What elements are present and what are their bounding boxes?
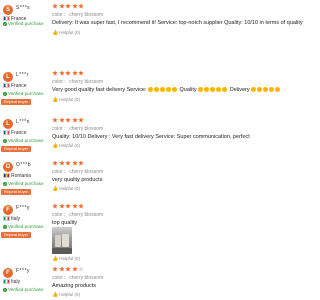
reviewer-country: France bbox=[3, 83, 27, 89]
star-filled-icon bbox=[65, 160, 71, 166]
france-flag-icon bbox=[3, 130, 10, 136]
star-filled-icon bbox=[71, 203, 78, 209]
product-variant: color: cherry blossom bbox=[52, 79, 104, 85]
reviewer-name: O***b bbox=[16, 162, 32, 168]
star-filled-icon bbox=[71, 160, 78, 166]
verified-purchase-badge: ✓ Verified purchase bbox=[3, 138, 44, 143]
check-icon: ✓ bbox=[3, 138, 7, 143]
product-variant: color: cherry blossom bbox=[52, 12, 104, 18]
helpful-button[interactable]: 👍Helpful (0) bbox=[52, 256, 80, 262]
italy-flag-icon bbox=[3, 279, 10, 285]
star-filled-icon bbox=[78, 70, 84, 76]
reviewer-name: L***n bbox=[16, 119, 30, 125]
reviewer-name: L***r bbox=[16, 72, 29, 78]
repeat-buyer-badge: Repeat buyer bbox=[1, 232, 32, 238]
verified-purchase-badge: ✓ Verified purchase bbox=[3, 224, 44, 229]
reviewer-country: Romania bbox=[3, 173, 31, 179]
review-text: Quality: 10/10 Delivery : Very fast deli… bbox=[52, 134, 250, 140]
thumbs-up-icon: 👍 bbox=[52, 97, 59, 103]
helpful-button[interactable]: 👍Helpful (0) bbox=[52, 143, 80, 149]
helpful-button[interactable]: 👍Helpful (0) bbox=[52, 97, 80, 103]
avatar: L bbox=[3, 72, 13, 82]
check-icon: ✓ bbox=[3, 21, 7, 26]
italy-flag-icon bbox=[3, 216, 10, 222]
star-filled-icon bbox=[65, 3, 71, 9]
france-flag-icon bbox=[3, 83, 10, 89]
star-filled-icon bbox=[58, 70, 65, 76]
star-filled-icon bbox=[71, 117, 78, 123]
verified-purchase-badge: ✓ Verified purchase bbox=[3, 21, 44, 26]
avatar: F bbox=[3, 205, 13, 215]
product-variant: color: cherry blossom bbox=[52, 169, 104, 175]
helpful-button[interactable]: 👍Helpful (0) bbox=[52, 292, 80, 298]
repeat-buyer-badge: Repeat buyer bbox=[1, 189, 32, 195]
emoji-stars-icon bbox=[198, 87, 228, 94]
star-filled-icon bbox=[58, 160, 65, 166]
reviewer-country: Italy bbox=[3, 279, 20, 285]
star-filled-icon bbox=[52, 266, 58, 272]
star-filled-icon bbox=[65, 117, 71, 123]
avatar: S bbox=[3, 5, 13, 15]
repeat-buyer-badge: Repeat buyer bbox=[1, 99, 32, 105]
star-filled-icon bbox=[65, 266, 71, 272]
reviewer-country: Italy bbox=[3, 216, 20, 222]
reviewer-name: S***s bbox=[16, 5, 31, 11]
star-filled-icon bbox=[58, 203, 65, 209]
star-filled-icon bbox=[52, 117, 58, 123]
product-variant: color: cherry blossom bbox=[52, 275, 104, 281]
emoji-stars-icon bbox=[251, 87, 281, 94]
verified-purchase-badge: ✓ Verified purchase bbox=[3, 287, 44, 292]
thumbs-up-icon: 👍 bbox=[52, 30, 59, 36]
thumbs-up-icon: 👍 bbox=[52, 256, 59, 262]
star-filled-icon bbox=[65, 203, 71, 209]
reviewer-name: F***y bbox=[16, 268, 30, 274]
avatar: F bbox=[3, 268, 13, 278]
star-filled-icon bbox=[71, 266, 78, 272]
product-variant: color: cherry blossom bbox=[52, 126, 104, 132]
review-text: top quality bbox=[52, 220, 78, 226]
verified-purchase-badge: ✓ Verified purchase bbox=[3, 181, 44, 186]
check-icon: ✓ bbox=[3, 287, 7, 292]
star-filled-icon bbox=[78, 3, 84, 9]
reviewer-name: F***y bbox=[16, 205, 30, 211]
star-filled-icon bbox=[52, 160, 58, 166]
reviewer-country: France bbox=[3, 130, 27, 136]
review-text: Amazing products bbox=[52, 283, 97, 289]
star-filled-icon bbox=[58, 117, 65, 123]
helpful-button[interactable]: 👍Helpful (0) bbox=[52, 30, 80, 36]
review-text: Very good quality fast delivery Service:… bbox=[52, 87, 281, 94]
review-photo[interactable] bbox=[52, 227, 72, 254]
avatar: O bbox=[3, 162, 13, 172]
check-icon: ✓ bbox=[3, 181, 7, 186]
star-filled-icon bbox=[58, 3, 65, 9]
romania-flag-icon bbox=[3, 173, 10, 179]
star-empty-icon bbox=[78, 266, 84, 272]
star-filled-icon bbox=[78, 160, 84, 166]
product-variant: color: cherry blossom bbox=[52, 212, 104, 218]
review-text: very quality products bbox=[52, 177, 103, 183]
photo-content bbox=[52, 248, 72, 254]
thumbs-up-icon: 👍 bbox=[52, 186, 59, 192]
star-filled-icon bbox=[78, 203, 84, 209]
star-filled-icon bbox=[71, 70, 78, 76]
repeat-buyer-badge: Repeat buyer bbox=[1, 146, 32, 152]
helpful-button[interactable]: 👍Helpful (0) bbox=[52, 186, 80, 192]
thumbs-up-icon: 👍 bbox=[52, 143, 59, 149]
emoji-stars-icon bbox=[148, 87, 178, 94]
review-text: Delivery: It was super fast, I recommend… bbox=[52, 20, 303, 26]
check-icon: ✓ bbox=[3, 91, 7, 96]
photo-content bbox=[55, 235, 61, 247]
star-filled-icon bbox=[65, 70, 71, 76]
photo-content bbox=[62, 234, 69, 247]
star-filled-icon bbox=[58, 266, 65, 272]
check-icon: ✓ bbox=[3, 224, 7, 229]
star-filled-icon bbox=[71, 3, 78, 9]
avatar: L bbox=[3, 119, 13, 129]
verified-purchase-badge: ✓ Verified purchase bbox=[3, 91, 44, 96]
thumbs-up-icon: 👍 bbox=[52, 292, 59, 298]
star-filled-icon bbox=[52, 3, 58, 9]
star-filled-icon bbox=[52, 70, 58, 76]
star-filled-icon bbox=[52, 203, 58, 209]
star-filled-icon bbox=[78, 117, 84, 123]
